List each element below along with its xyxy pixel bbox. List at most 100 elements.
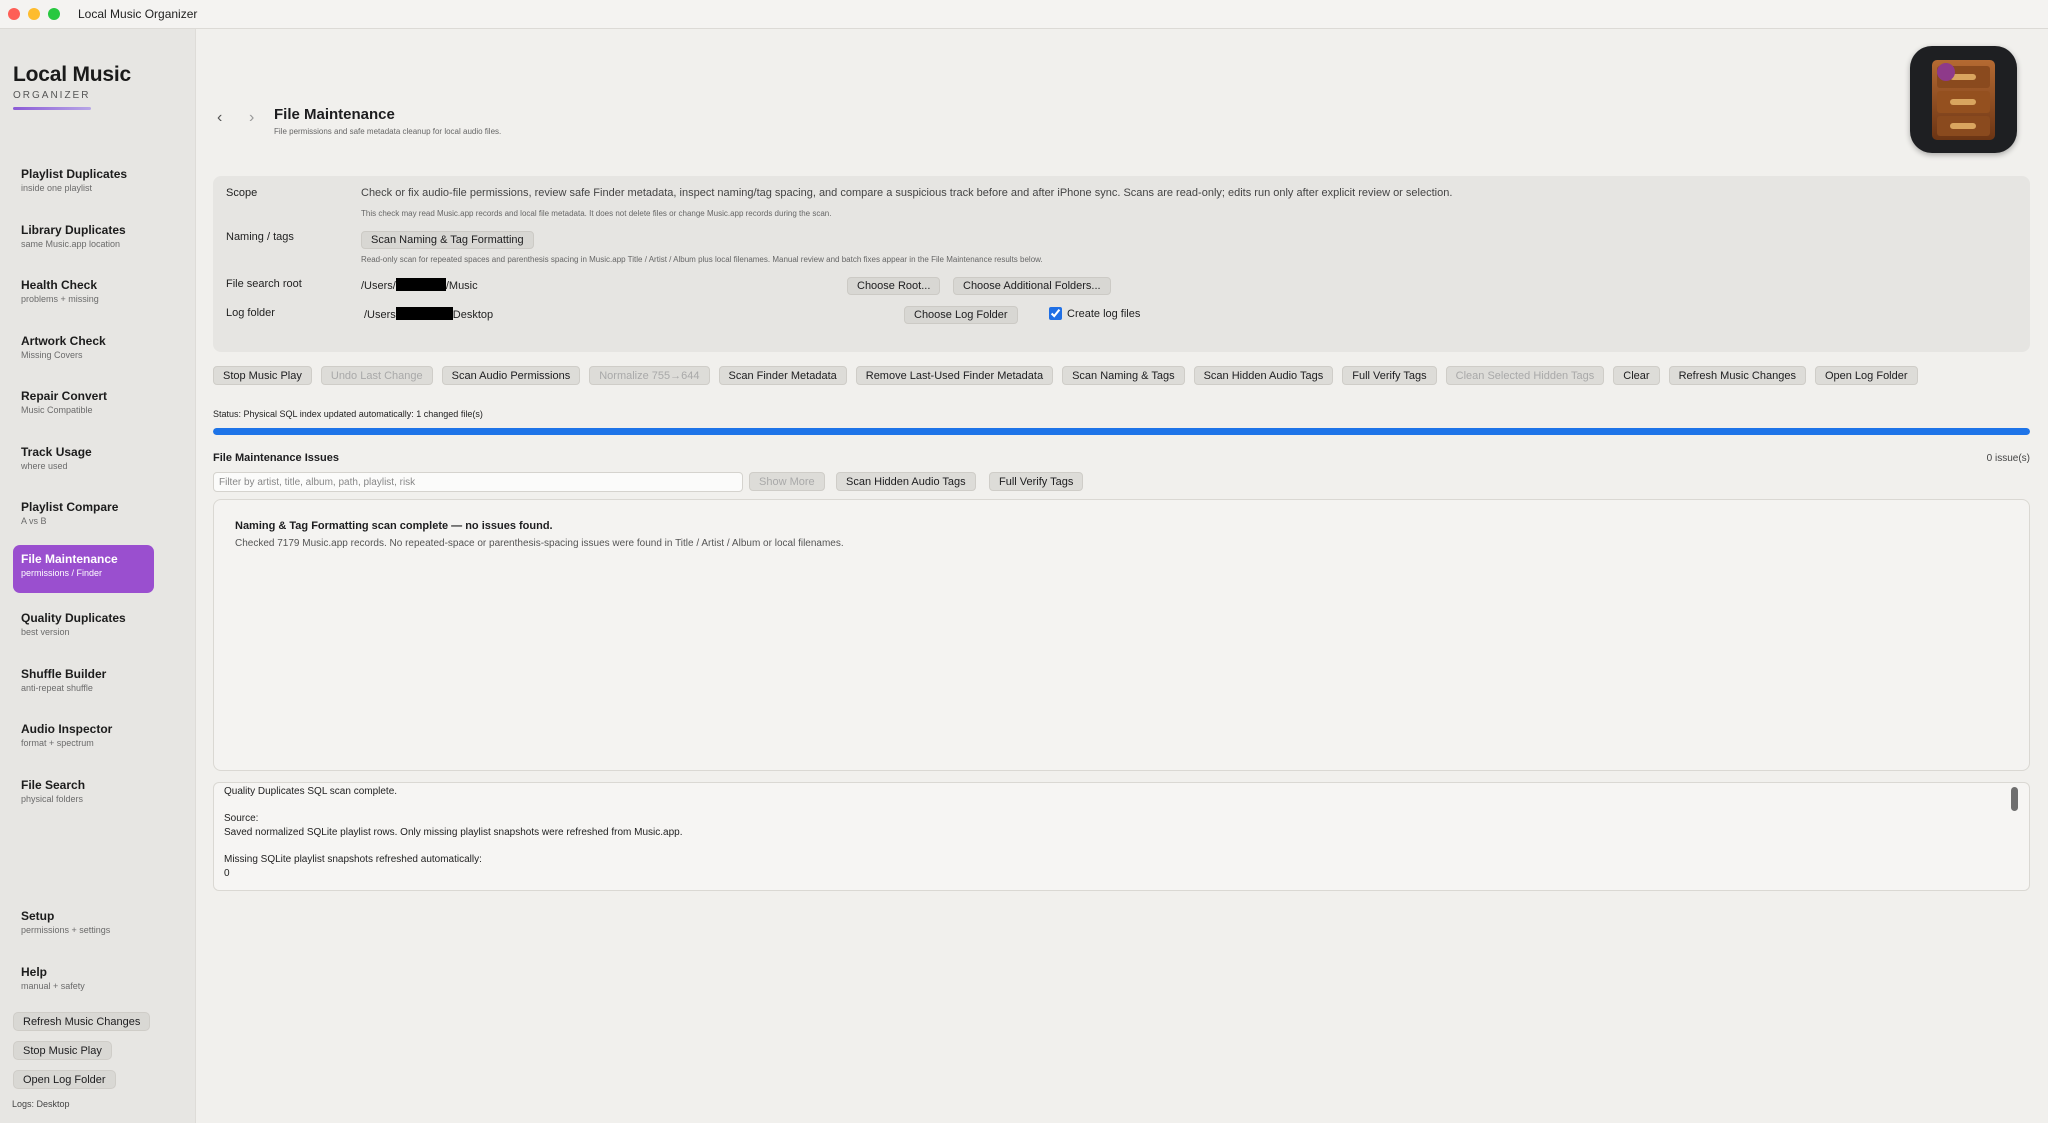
- close-window-button[interactable]: [8, 8, 20, 20]
- clear-button[interactable]: Clear: [1613, 366, 1660, 385]
- log-path-prefix: /Users: [364, 309, 396, 321]
- open-log-folder-button[interactable]: Open Log Folder: [1814, 366, 1918, 385]
- sidebar-item-playlist-compare[interactable]: Playlist Compare A vs B: [13, 493, 154, 541]
- title-bar: Local Music Organizer: [0, 0, 2048, 29]
- issues-count: 0 issue(s): [1986, 453, 2030, 464]
- chevron-left-icon[interactable]: ‹: [217, 109, 222, 127]
- clean-hidden-tags-button[interactable]: Clean Selected Hidden Tags: [1445, 366, 1605, 385]
- log-scrollbar[interactable]: [2009, 787, 2019, 885]
- status-text: Status: Physical SQL index updated autom…: [213, 409, 483, 419]
- log-line: Quality Duplicates SQL scan complete.: [224, 786, 398, 797]
- scan-finder-metadata-button[interactable]: Scan Finder Metadata: [718, 366, 847, 385]
- log-line: Missing SQLite playlist snapshots refres…: [224, 854, 482, 865]
- sidebar-item-label: Help: [21, 965, 48, 979]
- results-panel: Naming & Tag Formatting scan complete — …: [213, 499, 2030, 771]
- chevron-right-icon[interactable]: ›: [249, 109, 254, 127]
- redacted-username: [395, 278, 446, 291]
- create-log-files-input[interactable]: [1049, 307, 1062, 320]
- log-scrollbar-thumb[interactable]: [2011, 787, 2018, 811]
- stop-music-play-button[interactable]: Stop Music Play: [213, 366, 312, 385]
- log-line: Source:: [224, 813, 259, 824]
- log-output[interactable]: Quality Duplicates SQL scan complete. So…: [213, 782, 2030, 891]
- sidebar-item-label: Playlist Compare: [21, 500, 119, 514]
- brand: Local Music ORGANIZER: [13, 63, 131, 110]
- scope-description: Check or fix audio-file permissions, rev…: [361, 187, 1453, 199]
- choose-root-button[interactable]: Choose Root...: [847, 277, 941, 295]
- sidebar-stop-play-button[interactable]: Stop Music Play: [13, 1041, 112, 1060]
- sidebar-item-label: Track Usage: [21, 445, 92, 459]
- show-more-button[interactable]: Show More: [749, 472, 825, 491]
- undo-last-change-button[interactable]: Undo Last Change: [320, 366, 433, 385]
- choose-log-folder-button[interactable]: Choose Log Folder: [904, 306, 1018, 324]
- result-title: Naming & Tag Formatting scan complete — …: [235, 520, 553, 532]
- root-label: File search root: [226, 278, 302, 290]
- sidebar-item-sublabel: where used: [21, 461, 68, 471]
- progress-fill: [213, 428, 2030, 435]
- minimize-window-button[interactable]: [28, 8, 40, 20]
- sidebar-item-setup[interactable]: Setup permissions + settings: [13, 902, 154, 950]
- sidebar-item-sublabel: same Music.app location: [21, 239, 121, 249]
- sidebar-item-label: Quality Duplicates: [21, 611, 126, 625]
- refresh-music-changes-button[interactable]: Refresh Music Changes: [1668, 366, 1806, 385]
- sidebar-item-label: Audio Inspector: [21, 722, 113, 736]
- sidebar-item-label: File Search: [21, 778, 86, 792]
- sidebar-item-shuffle-builder[interactable]: Shuffle Builder anti-repeat shuffle: [13, 660, 154, 708]
- sidebar-item-sublabel: permissions / Finder: [21, 568, 103, 578]
- sidebar-item-health-check[interactable]: Health Check problems + missing: [13, 271, 154, 319]
- sidebar-item-label: Health Check: [21, 278, 98, 292]
- normalize-permissions-button[interactable]: Normalize 755→644: [589, 366, 710, 385]
- root-path: /Users/ /Music: [361, 278, 478, 292]
- progress-bar: [213, 428, 2030, 435]
- sidebar-item-file-maintenance[interactable]: File Maintenance permissions / Finder: [13, 545, 154, 593]
- zoom-window-button[interactable]: [48, 8, 60, 20]
- sidebar-item-sublabel: problems + missing: [21, 294, 99, 304]
- sidebar-refresh-button[interactable]: Refresh Music Changes: [13, 1012, 151, 1031]
- sidebar-item-sublabel: manual + safety: [21, 981, 85, 991]
- choose-additional-folders-button[interactable]: Choose Additional Folders...: [953, 277, 1111, 295]
- sidebar-item-library-duplicates[interactable]: Library Duplicates same Music.app locati…: [13, 216, 154, 264]
- sidebar-item-repair-convert[interactable]: Repair Convert Music Compatible: [13, 382, 154, 430]
- issues-title: File Maintenance Issues: [213, 452, 339, 464]
- create-log-files-checkbox[interactable]: Create log files: [1049, 307, 1140, 320]
- logs-location-label: Logs: Desktop: [12, 1099, 70, 1109]
- brand-underline: [13, 107, 91, 110]
- sidebar-item-label: Library Duplicates: [21, 223, 126, 237]
- log-folder-label: Log folder: [226, 307, 275, 319]
- sidebar-open-log-button[interactable]: Open Log Folder: [13, 1070, 116, 1089]
- create-log-files-label: Create log files: [1067, 307, 1141, 320]
- scope-panel: Scope Check or fix audio-file permission…: [213, 176, 2030, 352]
- scan-naming-tags-button[interactable]: Scan Naming & Tags: [1062, 366, 1185, 385]
- brand-title: Local Music: [13, 63, 131, 86]
- sidebar-item-playlist-duplicates[interactable]: Playlist Duplicates inside one playlist: [13, 160, 154, 208]
- sidebar-item-help[interactable]: Help manual + safety: [13, 958, 154, 1006]
- sidebar-item-quality-duplicates[interactable]: Quality Duplicates best version: [13, 604, 154, 652]
- sidebar-item-sublabel: Missing Covers: [21, 350, 83, 360]
- sidebar-item-sublabel: A vs B: [21, 516, 47, 526]
- sidebar-item-track-usage[interactable]: Track Usage where used: [13, 438, 154, 486]
- sidebar-item-sublabel: anti-repeat shuffle: [21, 683, 93, 693]
- naming-note: Read-only scan for repeated spaces and p…: [361, 255, 1043, 264]
- sidebar-item-audio-inspector[interactable]: Audio Inspector format + spectrum: [13, 715, 154, 763]
- sidebar-item-artwork-check[interactable]: Artwork Check Missing Covers: [13, 327, 154, 375]
- sidebar-item-label: File Maintenance: [21, 552, 118, 566]
- sidebar-item-sublabel: Music Compatible: [21, 405, 93, 415]
- sidebar-item-sublabel: inside one playlist: [21, 183, 93, 193]
- scan-hidden-audio-tags-button[interactable]: Scan Hidden Audio Tags: [1193, 366, 1334, 385]
- issues-filter-input[interactable]: [213, 472, 743, 492]
- scan-audio-permissions-button[interactable]: Scan Audio Permissions: [441, 366, 581, 385]
- sidebar-item-sublabel: best version: [21, 627, 70, 637]
- remove-finder-metadata-button[interactable]: Remove Last-Used Finder Metadata: [855, 366, 1054, 385]
- window-title: Local Music Organizer: [78, 7, 198, 21]
- issues-scan-hidden-tags-button[interactable]: Scan Hidden Audio Tags: [836, 472, 976, 491]
- full-verify-tags-button[interactable]: Full Verify Tags: [1342, 366, 1437, 385]
- action-toolbar: Stop Music Play Undo Last Change Scan Au…: [213, 366, 1918, 385]
- issues-full-verify-tags-button[interactable]: Full Verify Tags: [989, 472, 1084, 491]
- sidebar-item-label: Playlist Duplicates: [21, 167, 128, 181]
- sidebar-item-label: Setup: [21, 909, 55, 923]
- sidebar-item-file-search[interactable]: File Search physical folders: [13, 771, 154, 819]
- brand-subtitle: ORGANIZER: [13, 90, 91, 101]
- scan-naming-button[interactable]: Scan Naming & Tag Formatting: [361, 231, 534, 249]
- root-path-suffix: /Music: [445, 280, 478, 292]
- sidebar-item-sublabel: permissions + settings: [21, 925, 111, 935]
- log-line: Saved normalized SQLite playlist rows. O…: [224, 827, 683, 838]
